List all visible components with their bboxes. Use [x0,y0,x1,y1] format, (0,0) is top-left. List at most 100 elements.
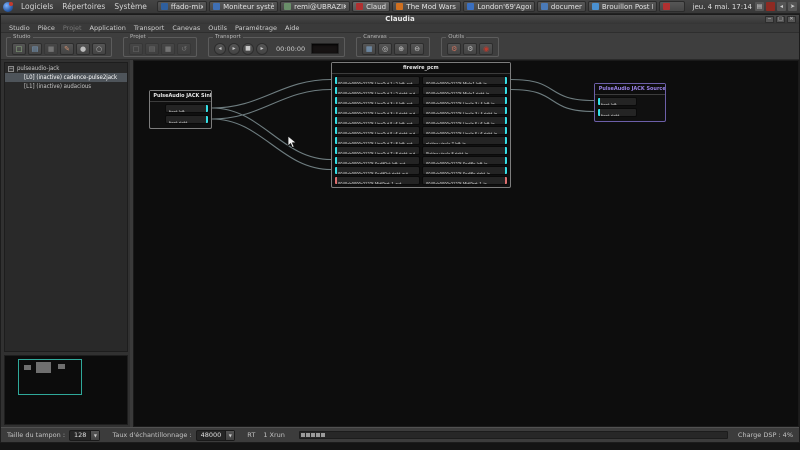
menu-paramétrage[interactable]: Paramétrage [235,24,277,32]
distro-menu-icon[interactable] [3,2,13,12]
canvas-minimap[interactable] [4,355,128,425]
toolbar-group-label: Studio [11,34,33,41]
calendar-icon[interactable]: ▤ [755,2,764,11]
chevron-down-icon[interactable]: ▼ [225,431,234,440]
maximize-button[interactable]: □ [776,16,785,23]
box-firewire-pcm[interactable]: firewire_pcm 0040ab0000c2127f_LineOut 1+… [331,62,511,188]
menu-pièce[interactable]: Pièce [38,24,55,32]
toolbar-group-projet: Projet□▤■↺ [123,37,197,57]
notifier-icon[interactable] [766,2,775,11]
box-pulseaudio-jack-source[interactable]: PulseAudio JACK Source front-left front-r… [594,83,666,122]
taskbar-item[interactable]: Brouillon Post Li... [588,1,657,12]
taskbar-item[interactable]: remi@UBRAZIK: ~ [280,1,350,12]
taskbar-item[interactable]: Claudia [352,1,390,12]
volume-icon[interactable]: ◂ [777,2,786,11]
box-pulseaudio-jack-sink[interactable]: PulseAudio JACK Sink front-left front-rig… [149,90,212,129]
port[interactable]: 0040ab0000c2127f_LineOut 5+6 left_out [334,116,420,125]
tree-item[interactable]: −pulseaudio-jack [5,64,127,73]
connection-cable[interactable] [212,108,331,160]
transport-stop-button[interactable]: ■ [242,43,254,55]
taskbar-item[interactable]: Moniteur système [209,1,278,12]
taskbar-item[interactable]: documents [537,1,586,12]
port[interactable]: 0040ab0000c2127f_SpdifOut left_out [334,156,420,165]
start-studio-button[interactable]: ● [76,43,90,55]
port[interactable]: 0040ab0000c2127f_LineIn 3+4 right_in [422,106,508,115]
zoom-in-button[interactable]: ⊕ [394,43,408,55]
studio-apps-tree[interactable]: −pulseaudio-jack[L0] (inactive) cadence-… [4,62,128,352]
open-studio-button[interactable]: ▤ [28,43,42,55]
tree-item[interactable]: [L0] (inactive) cadence-pulse2jack [5,73,127,82]
port[interactable]: Platine vinyle 8 right_in [422,146,508,155]
tools-button[interactable]: ⚙ [463,43,477,55]
port[interactable]: 0040ab0000c2127f_LineIn 5+6 right_in [422,126,508,135]
port[interactable]: 0040ab0000c2127f_MicIn1 right_in [422,86,508,95]
port[interactable]: 0040ab0000c2127f_LineOut 7+8 right_out [334,146,420,155]
transport-play-icon: ▸ [232,45,235,52]
port[interactable]: 0040ab0000c2127f_LineIn 5+6 left_in [422,116,508,125]
port[interactable]: 0040ab0000c2127f_LineOut 7+8 left_out [334,136,420,145]
configure-jack-button[interactable]: ⚙ [447,43,461,55]
save-studio-icon: ■ [48,45,55,53]
port[interactable]: platine vinyle 7 left_in [422,136,508,145]
port[interactable]: 0040ab0000c2127f_SpdifIn right_in [422,166,508,175]
rename-studio-button[interactable]: ✎ [60,43,74,55]
transport-backward-button[interactable]: ◂ [214,43,226,55]
buffer-size-select[interactable]: 128 ▼ [69,430,100,441]
xruns-label[interactable]: 1 Xrun [263,431,285,439]
chevron-down-icon[interactable]: ▼ [90,431,99,440]
port[interactable]: 0040ab0000c2127f_LineIn 3+4 left_in [422,96,508,105]
claudia-app-icon [356,3,363,10]
transport-forward-button[interactable]: ▸ [256,43,268,55]
taskbar-item[interactable]: The Mod Wars 1... [392,1,461,12]
menu-studio[interactable]: Studio [9,24,30,32]
samplerate-select[interactable]: 48000 ▼ [196,430,236,441]
panel-clock[interactable]: jeu. 4 mai. 17:14 [693,3,753,11]
panel-menu-système[interactable]: Système [114,2,147,11]
port[interactable]: 0040ab0000c2127f_MidiPort_1_out [334,176,420,185]
collapse-icon[interactable]: − [8,66,14,72]
port[interactable]: 0040ab0000c2127f_LineOut 5+6 right_out [334,126,420,135]
zoom-fit-button[interactable]: ◎ [378,43,392,55]
port[interactable]: 0040ab0000c2127f_LineOut 3+4 left_out [334,96,420,105]
stop-studio-button[interactable]: ○ [92,43,106,55]
port[interactable]: front-left [165,104,209,113]
taskbar-item[interactable]: London'69'Agora... [463,1,534,12]
taskbar-item[interactable] [659,1,685,12]
logs-button[interactable]: ◉ [479,43,493,55]
taskbar-item-label: Claudia [366,3,386,11]
box-title[interactable]: PulseAudio JACK Sink [150,91,211,102]
menu-application[interactable]: Application [90,24,126,32]
realtime-label: RT [247,431,255,439]
port[interactable]: 0040ab0000c2127f_LineOut 1+2 left_out [334,76,420,85]
network-icon[interactable]: ➤ [788,2,797,11]
new-studio-button[interactable]: □ [12,43,26,55]
connection-cable[interactable] [212,119,331,170]
port[interactable]: front-left [597,97,637,106]
port[interactable]: 0040ab0000c2127f_LineOut 1+2 right_out [334,86,420,95]
port[interactable]: 0040ab0000c2127f_MicIn1 left_in [422,76,508,85]
menu-aide[interactable]: Aide [285,24,299,32]
zoom-fit-icon: ◎ [382,45,388,53]
transport-play-button[interactable]: ▸ [228,43,240,55]
menu-transport[interactable]: Transport [134,24,165,32]
arrange-button[interactable]: ▦ [362,43,376,55]
patchbay-canvas[interactable]: PulseAudio JACK Sink front-left front-rig… [133,60,799,427]
panel-menu-logiciels[interactable]: Logiciels [21,2,53,11]
port[interactable]: 0040ab0000c2127f_SpdifOut right_out [334,166,420,175]
port[interactable]: front-right [165,115,209,124]
menu-outils[interactable]: Outils [208,24,227,32]
port[interactable]: 0040ab0000c2127f_MidiPort_1_in [422,176,508,185]
box-title[interactable]: firewire_pcm [332,63,510,74]
port[interactable]: 0040ab0000c2127f_LineOut 3+4 right_out [334,106,420,115]
port[interactable]: 0040ab0000c2127f_SpdifIn left_in [422,156,508,165]
close-button[interactable]: ✕ [787,16,796,23]
zoom-out-button[interactable]: ⊖ [410,43,424,55]
window-titlebar[interactable]: Claudia − □ ✕ [1,15,799,24]
port[interactable]: front-right [597,108,637,117]
panel-menu-répertoires[interactable]: Répertoires [62,2,105,11]
menu-canevas[interactable]: Canevas [172,24,200,32]
box-title[interactable]: PulseAudio JACK Source [595,84,665,95]
taskbar-item[interactable]: ffado-mixer [157,1,207,12]
minimize-button[interactable]: − [765,16,774,23]
tree-item[interactable]: [L1] (inactive) audacious [5,82,127,91]
